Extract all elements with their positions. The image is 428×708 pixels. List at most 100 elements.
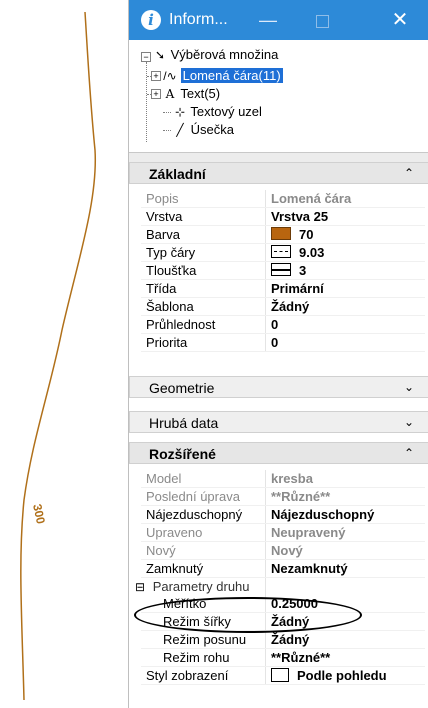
tree-item-label: Úsečka [190,122,234,137]
tree-root[interactable]: ➘ Výběrová množina [153,46,278,64]
property-row[interactable]: Styl zobrazení Podle pohledu [141,667,425,685]
property-name: Popis [146,191,179,206]
tree-item-line[interactable]: ╱ Úsečka [173,121,234,139]
property-row[interactable]: Třída Primární [141,280,425,298]
close-button[interactable]: ✕ [383,6,417,34]
property-name: Typ čáry [146,245,196,260]
contour-label: 300 [30,503,48,526]
minimize-button[interactable]: — [251,6,285,34]
property-row[interactable]: Režim posunu Žádný [141,631,425,649]
chevron-down-icon: ⌄ [403,380,414,394]
basic-properties: Popis Lomená čára Vrstva Vrstva 25 Barva… [141,190,425,352]
extended-properties: Model kresba Poslední úprava **Různé** N… [135,470,425,685]
polyline-icon: /∿ [163,69,177,83]
group-label: Parametry druhu [152,579,250,594]
section-header-geometry[interactable]: Geometrie ⌄ [129,376,428,398]
property-value: Žádný [271,632,310,647]
property-value: Vrstva 25 [271,209,329,224]
collapse-toggle[interactable]: ⊟ [135,581,145,593]
info-icon: i [141,10,161,30]
tree-item-text-node[interactable]: ⊹ Textový uzel [173,103,262,121]
property-value: 9.03 [299,245,325,260]
property-value: Primární [271,281,324,296]
section-header-extended[interactable]: Rozšířené ⌃ [129,442,428,464]
tree-item-label: Textový uzel [190,104,262,119]
maximize-button[interactable] [305,6,339,34]
property-name: Barva [146,227,180,242]
section-title: Rozšířené [149,446,216,462]
property-row[interactable]: Upraveno Neupravený [141,524,425,542]
title-bar[interactable]: i Inform... — ✕ [129,0,428,40]
text-node-icon: ⊹ [174,105,186,119]
property-row[interactable]: Typ čáry 9.03 [141,244,425,262]
tree-item-label: Text(5) [180,86,221,101]
section-title: Hrubá data [149,415,219,431]
cursor-icon: ➘ [154,48,166,62]
property-name: Nájezduschopný [146,507,243,522]
collapse-toggle[interactable]: − [141,52,151,62]
property-value: 0 [271,317,279,332]
property-row[interactable]: Režim rohu **Různé** [141,649,425,667]
property-row[interactable]: Poslední úprava **Různé** [141,488,425,506]
property-value: 3 [299,263,307,278]
expand-toggle[interactable]: + [151,89,161,99]
property-name: Šablona [146,299,194,314]
tree-root-label: Výběrová množina [170,47,279,62]
section-header-raw-data[interactable]: Hrubá data ⌄ [129,411,428,433]
property-value: Nájezduschopný [271,507,375,522]
property-value: Nový [271,543,303,558]
color-swatch-icon [271,227,291,240]
property-value: Neupravený [271,525,346,540]
property-name: Poslední úprava [146,489,240,504]
property-row[interactable]: Zamknutý Nezamknutý [141,560,425,578]
property-value: **Různé** [271,489,331,504]
line-icon: ╱ [176,123,184,137]
tree-item-text[interactable]: A Text(5) [163,85,220,103]
property-row[interactable]: Tloušťka 3 [141,262,425,280]
property-row[interactable]: Barva 70 [141,226,425,244]
property-row[interactable]: Popis Lomená čára [141,190,425,208]
property-row[interactable]: Model kresba [141,470,425,488]
property-row[interactable]: Nový Nový [141,542,425,560]
property-name: Tloušťka [146,263,197,278]
property-row[interactable]: Vrstva Vrstva 25 [141,208,425,226]
expand-toggle[interactable]: + [151,71,161,81]
chevron-up-icon: ⌃ [403,166,414,180]
section-header-basic[interactable]: Základní ⌃ [129,162,428,184]
highlight-ellipse [134,597,362,633]
property-row[interactable]: Šablona Žádný [141,298,425,316]
property-value: Podle pohledu [297,668,387,683]
view-icon [271,668,289,682]
group-row-parameters[interactable]: ⊟ Parametry druhu [133,578,425,595]
text-icon: A [165,87,175,101]
property-name: Nový [146,543,176,558]
window-title: Inform... [169,11,228,28]
property-value: 70 [299,227,314,242]
property-row[interactable]: Priorita 0 [141,334,425,352]
selection-tree: − ➘ Výběrová množina + /∿ Lomená čára(11… [129,40,428,150]
line-weight-icon [271,263,291,276]
contour-line [20,11,97,701]
tree-item-label: Lomená čára(11) [180,68,283,83]
property-name: Režim rohu [163,650,230,665]
chevron-up-icon: ⌃ [403,446,414,460]
property-value: 0 [271,335,279,350]
property-value: Lomená čára [271,191,352,206]
property-name: Průhlednost [146,317,216,332]
property-row[interactable]: Nájezduschopný Nájezduschopný [141,506,425,524]
section-title: Základní [149,166,206,182]
property-name: Upraveno [146,525,203,540]
tree-item-polyline[interactable]: /∿ Lomená čára(11) [163,67,283,85]
property-name: Režim posunu [163,632,247,647]
property-value: Žádný [271,299,310,314]
property-name: Priorita [146,335,188,350]
property-name: Třída [146,281,177,296]
maximize-icon [315,14,329,28]
section-title: Geometrie [149,380,215,396]
property-name: Styl zobrazení [146,668,229,683]
property-name: Vrstva [146,209,183,224]
property-value: kresba [271,471,313,486]
property-row[interactable]: Průhlednost 0 [141,316,425,334]
property-name: Model [146,471,182,486]
property-value: **Různé** [271,650,331,665]
